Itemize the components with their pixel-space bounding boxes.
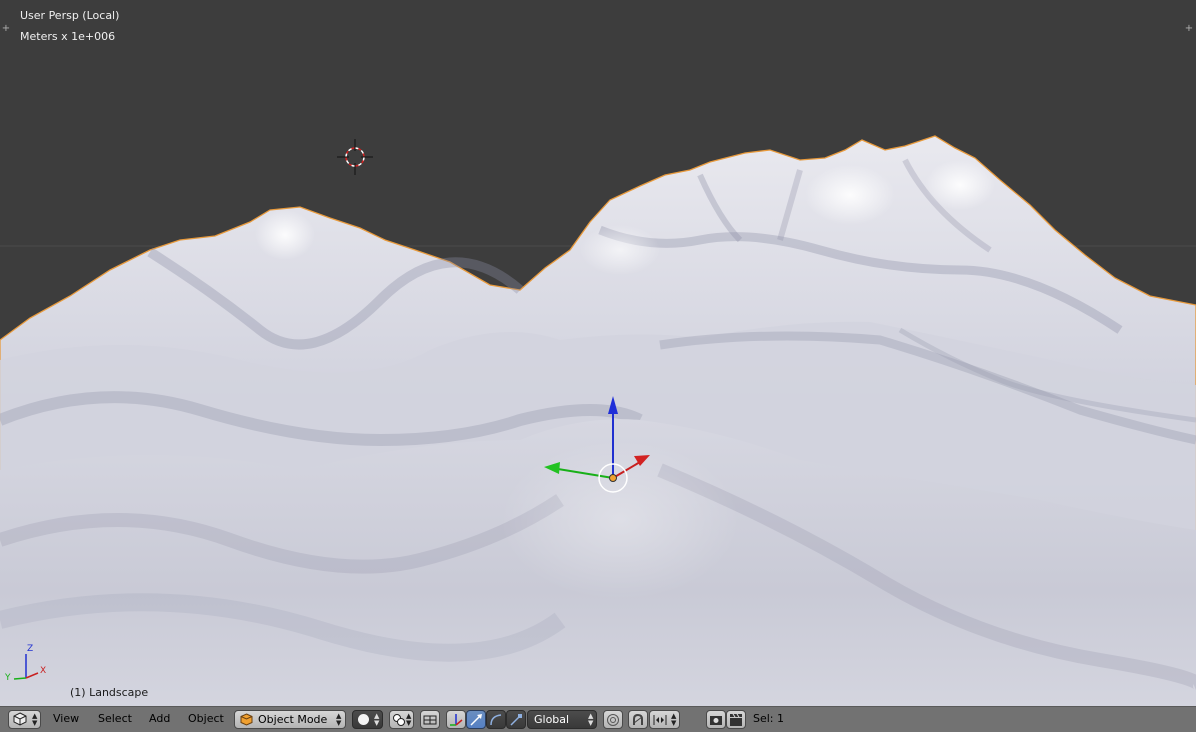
snap-magnet-icon — [633, 713, 643, 725]
render-still-button[interactable] — [706, 710, 726, 729]
viewport-shading-button[interactable]: ▲ ▼ — [352, 710, 383, 729]
manipulator-toggle-icon — [450, 714, 463, 726]
editor-type-button[interactable]: ▲ ▼ — [8, 710, 41, 729]
render-animation-button[interactable] — [726, 710, 746, 729]
orientation-label: Global — [534, 713, 570, 726]
axis-label-x: X — [40, 666, 46, 676]
3d-view-header: ▲ ▼ View Select Add Object Object Mode ▲ ▼… — [0, 706, 1196, 732]
dropdown-arrows-icon: ▲ ▼ — [406, 712, 412, 727]
menu-add[interactable]: Add — [149, 712, 170, 725]
axis-gizmo: Z X Y — [4, 644, 46, 683]
menu-view[interactable]: View — [53, 712, 79, 725]
axis-label-z: Z — [27, 644, 33, 654]
dropdown-arrows-icon: ▲ ▼ — [374, 712, 380, 727]
selection-count: Sel: 1 — [753, 712, 785, 725]
proportional-edit-icon — [607, 714, 619, 726]
translate-icon — [470, 714, 482, 726]
transform-manipulator[interactable] — [538, 392, 658, 496]
active-object-label: (1) Landscape — [70, 686, 149, 699]
rotate-button[interactable] — [486, 710, 506, 729]
3d-viewport[interactable]: User Persp (Local) Meters x 1e+006 + + Z… — [0, 0, 1196, 706]
dropdown-arrows-icon: ▲ ▼ — [671, 712, 677, 727]
manipulator-toggle-button[interactable] — [446, 710, 466, 729]
pivot-point-icon — [393, 714, 405, 726]
dropdown-arrows-icon: ▲ ▼ — [336, 712, 342, 727]
3d-cursor-icon[interactable] — [337, 139, 373, 175]
translate-button[interactable] — [466, 710, 486, 729]
z-axis-handle — [608, 396, 618, 414]
editor-type-icon — [13, 712, 27, 726]
object-mode-icon — [240, 713, 253, 726]
dropdown-arrows-icon: ▲ ▼ — [588, 712, 594, 727]
object-origin — [609, 474, 617, 482]
view-name-label: User Persp (Local) — [20, 9, 120, 22]
snap-element-icon — [653, 715, 667, 725]
region-split-icon[interactable]: + — [1184, 24, 1194, 34]
render-animation-icon — [730, 713, 742, 726]
rotate-icon — [490, 714, 502, 726]
scale-button[interactable] — [506, 710, 526, 729]
mode-selector[interactable]: Object Mode ▲ ▼ — [234, 710, 346, 729]
mode-label: Object Mode — [258, 713, 328, 726]
snap-element-button[interactable]: ▲ ▼ — [649, 710, 680, 729]
transform-orientation-selector[interactable]: Global ▲ ▼ — [527, 710, 597, 729]
limit-selection-icon — [423, 715, 437, 725]
region-split-icon[interactable]: + — [1, 24, 11, 34]
dropdown-arrows-icon: ▲ ▼ — [32, 712, 38, 727]
pivot-point-button[interactable]: ▲ ▼ — [389, 710, 414, 729]
proportional-edit-button[interactable] — [603, 710, 623, 729]
landscape-mesh[interactable] — [0, 0, 1196, 706]
axis-label-y: Y — [4, 673, 11, 683]
render-icon — [710, 716, 722, 725]
limit-selection-button[interactable] — [420, 710, 440, 729]
snap-toggle-button[interactable] — [628, 710, 648, 729]
menu-object[interactable]: Object — [188, 712, 224, 725]
scale-icon — [510, 714, 522, 726]
menu-select[interactable]: Select — [98, 712, 132, 725]
y-axis-handle — [544, 462, 560, 474]
units-label: Meters x 1e+006 — [20, 30, 116, 43]
viewport-shading-icon — [358, 714, 369, 725]
